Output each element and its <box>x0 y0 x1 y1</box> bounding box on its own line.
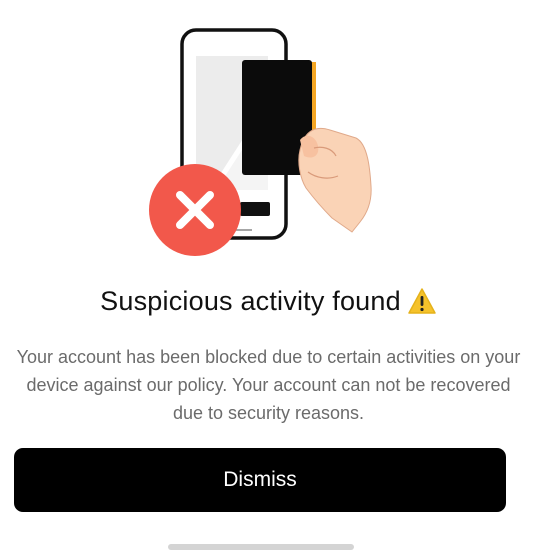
warning-icon <box>407 287 437 322</box>
dismiss-button[interactable]: Dismiss <box>14 448 506 512</box>
dialog-message: Your account has been blocked due to cer… <box>16 347 521 423</box>
hand-illustration <box>298 127 372 233</box>
dialog-title-text: Suspicious activity found <box>100 286 401 316</box>
dismiss-button-label: Dismiss <box>223 468 297 491</box>
error-x-icon <box>149 164 241 256</box>
blocked-account-illustration <box>149 28 372 256</box>
dialog-title: Suspicious activity found <box>0 286 537 322</box>
home-indicator <box>168 544 354 550</box>
